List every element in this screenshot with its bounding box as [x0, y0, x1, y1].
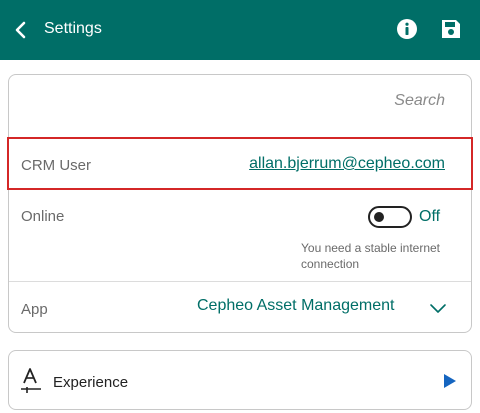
app-select-value: Cepheo Asset Management: [197, 297, 395, 314]
save-icon[interactable]: [440, 18, 462, 40]
page-title: Settings: [44, 20, 102, 37]
online-toggle[interactable]: [368, 206, 412, 228]
search-row: [9, 75, 471, 137]
experience-button[interactable]: Experience: [8, 350, 472, 410]
crm-user-email-link[interactable]: allan.bjerrum@cepheo.com: [249, 155, 445, 173]
online-label: Online: [21, 208, 65, 225]
crm-user-row: CRM User allan.bjerrum@cepheo.com: [7, 137, 473, 190]
online-hint: You need a stable internet connection: [301, 241, 441, 271]
text-style-icon: [21, 368, 41, 393]
info-icon[interactable]: [396, 18, 418, 40]
toggle-knob: [374, 212, 384, 222]
crm-user-label: CRM User: [21, 157, 91, 174]
back-arrow-icon[interactable]: [10, 18, 32, 42]
chevron-down-icon: [430, 304, 446, 313]
divider: [9, 281, 471, 282]
play-icon: [444, 374, 456, 388]
experience-label: Experience: [53, 374, 129, 391]
search-input[interactable]: [145, 89, 445, 113]
settings-card: CRM User allan.bjerrum@cepheo.com Online…: [7, 74, 473, 333]
online-state-text: Off: [419, 208, 441, 225]
app-header: Settings: [0, 0, 480, 60]
app-label: App: [21, 301, 48, 318]
app-select[interactable]: Cepheo Asset Management: [179, 293, 459, 323]
